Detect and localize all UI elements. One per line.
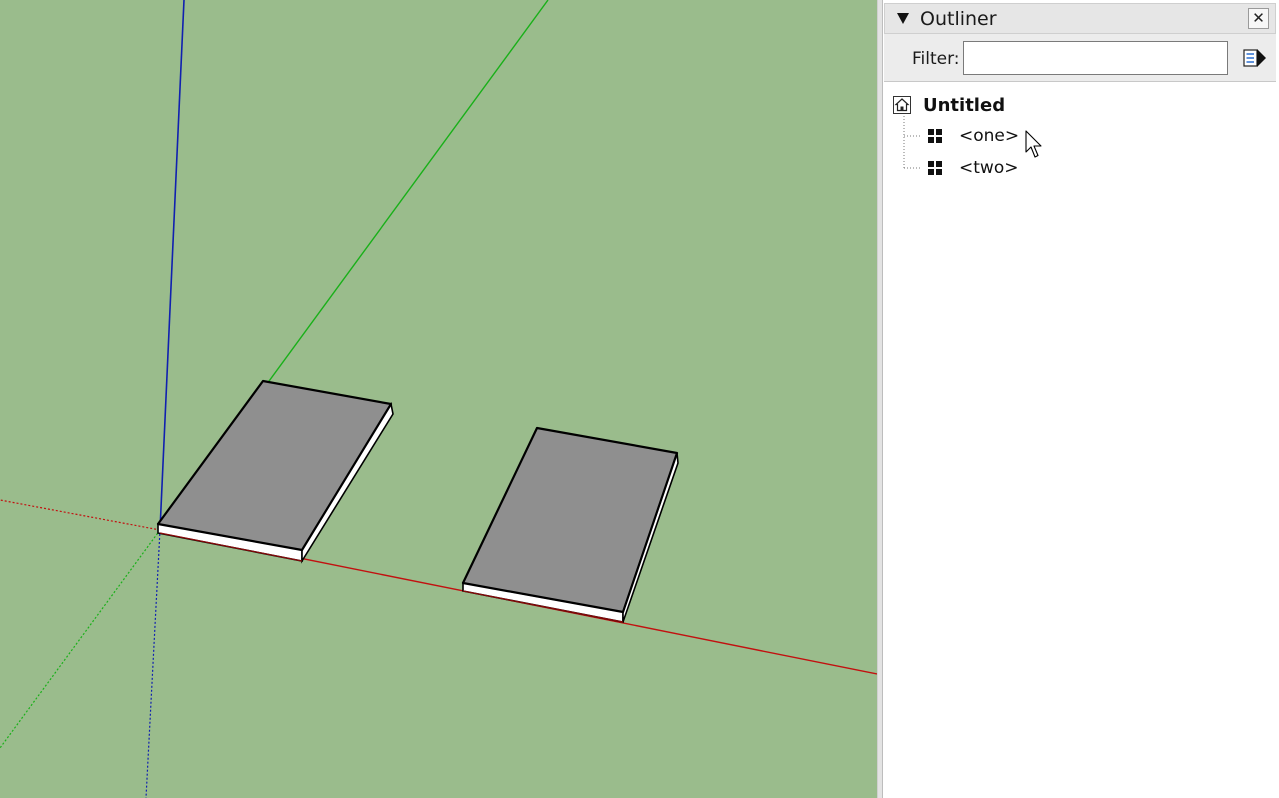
model-icon bbox=[893, 96, 911, 114]
filter-bar: Filter: bbox=[884, 34, 1276, 82]
close-button[interactable]: ✕ bbox=[1248, 8, 1269, 29]
collapse-triangle-icon[interactable] bbox=[897, 13, 909, 24]
outliner-tree: Untitled <one> <two> bbox=[884, 86, 1276, 786]
outliner-header[interactable]: Outliner ✕ bbox=[884, 3, 1276, 34]
panel-title: Outliner bbox=[920, 8, 997, 30]
filter-input[interactable] bbox=[963, 41, 1228, 75]
tree-item-one[interactable]: <one> bbox=[928, 124, 1019, 148]
tree-item-label: <one> bbox=[959, 126, 1020, 146]
details-arrow-icon bbox=[1243, 49, 1266, 67]
tree-item-two[interactable]: <two> bbox=[928, 156, 1018, 180]
filter-label: Filter: bbox=[912, 49, 960, 69]
component-icon bbox=[928, 129, 942, 143]
model-viewport[interactable] bbox=[0, 0, 877, 798]
outliner-panel: Outliner ✕ Filter: Untitled <one> <two> bbox=[882, 0, 1279, 798]
scene-canvas[interactable] bbox=[0, 0, 877, 798]
viewport-background bbox=[0, 0, 877, 798]
component-icon bbox=[928, 161, 942, 175]
sketchup-window: Outliner ✕ Filter: Untitled <one> <two> bbox=[0, 0, 1279, 798]
tree-root-model[interactable]: Untitled bbox=[893, 93, 1005, 117]
tree-root-label: Untitled bbox=[923, 94, 1006, 116]
details-button[interactable] bbox=[1242, 45, 1268, 71]
tree-item-label: <two> bbox=[959, 158, 1019, 178]
